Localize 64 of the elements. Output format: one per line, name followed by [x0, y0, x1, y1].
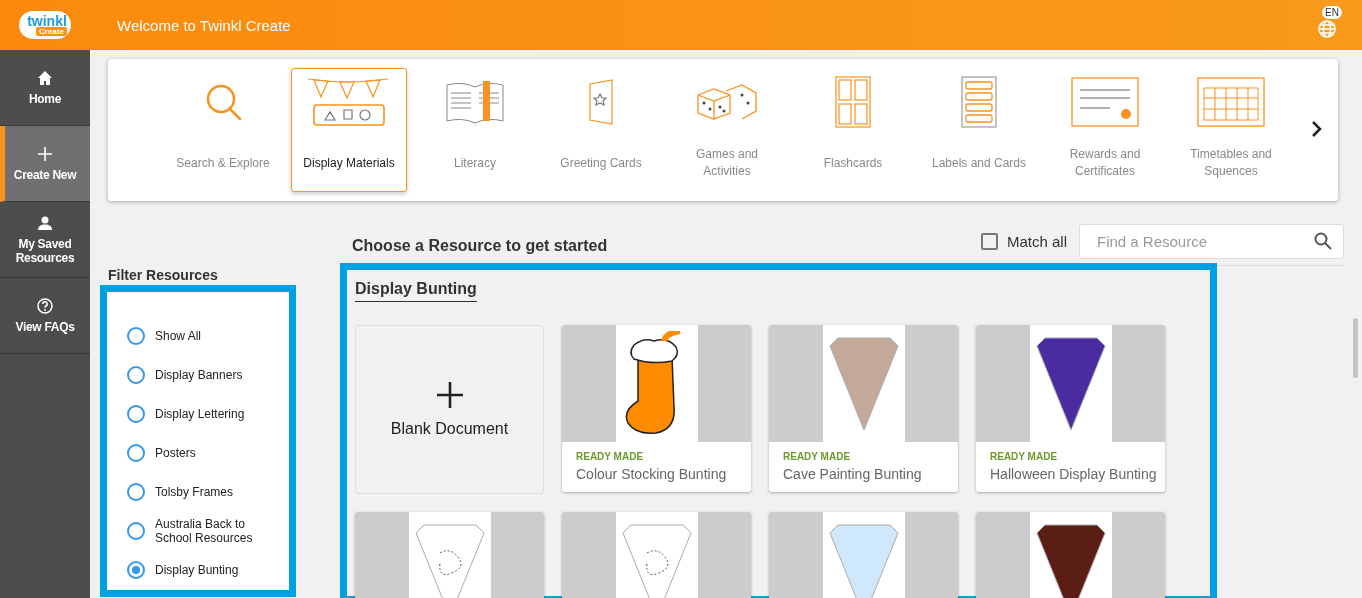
radio-button[interactable]: [127, 326, 145, 345]
card-title: Blank Document: [390, 419, 509, 438]
filter-option[interactable]: Display Lettering: [127, 394, 277, 433]
plus-icon: [436, 381, 463, 408]
search-icon[interactable]: [1314, 231, 1332, 250]
category-tile[interactable]: Greeting Cards: [543, 68, 659, 192]
filter-title: Filter Resources: [108, 267, 219, 283]
plus-icon: [37, 145, 53, 162]
filter-option[interactable]: Show All: [127, 316, 277, 355]
filter-option[interactable]: Display Bunting: [127, 550, 277, 589]
ready-made-label: READY MADE: [990, 451, 1059, 462]
category-tile[interactable]: Search & Explore: [165, 68, 281, 192]
logo-text: twinkl: [27, 13, 67, 29]
header-title: Welcome to Twinkl Create: [117, 16, 291, 34]
certificate-icon: [1070, 76, 1140, 128]
filter-option[interactable]: Australia Back to School Resources: [127, 511, 277, 550]
radio-button[interactable]: [127, 521, 145, 540]
chevron-right-icon: [1311, 119, 1323, 138]
category-tile[interactable]: Games and Activities: [669, 68, 785, 192]
radio-button[interactable]: [127, 443, 145, 462]
filter-option[interactable]: Tolsby Frames: [127, 472, 277, 511]
card-title: Cave Painting Bunting: [783, 466, 923, 482]
sidebar-item[interactable]: View FAQs: [0, 278, 90, 354]
resource-card[interactable]: READY MADE Halloween Display Bunting: [976, 325, 1165, 492]
ready-made-label: READY MADE: [783, 451, 852, 462]
category-tile[interactable]: Flashcards: [795, 68, 911, 192]
card-title: Halloween Display Bunting: [990, 466, 1158, 482]
logo-badge: Create: [35, 27, 67, 36]
timetable-icon: [1196, 76, 1266, 128]
radio-button[interactable]: [127, 404, 145, 423]
category-tile[interactable]: Labels and Cards: [921, 68, 1037, 192]
globe-icon: [1316, 18, 1338, 40]
sidebar-item[interactable]: Create New: [0, 126, 90, 202]
flashcards-icon: [834, 75, 872, 129]
radio-button[interactable]: [127, 482, 145, 501]
scrollbar[interactable]: [1353, 318, 1358, 378]
language-label: EN: [1322, 6, 1342, 19]
checkbox[interactable]: [980, 232, 998, 250]
help-icon: [37, 297, 53, 314]
resource-card[interactable]: READY MADE Colour Stocking Bunting: [562, 325, 751, 492]
radio-button[interactable]: [127, 560, 145, 579]
category-tile[interactable]: Rewards and Certificates: [1047, 68, 1163, 192]
person-icon: [37, 214, 53, 231]
category-tile[interactable]: Timetables and Squences: [1173, 68, 1289, 192]
card-icon: [586, 78, 616, 126]
category-tile[interactable]: Display Materials: [291, 68, 407, 192]
ready-made-label: READY MADE: [576, 451, 645, 462]
labels-icon: [960, 75, 998, 129]
card-title: Colour Stocking Bunting: [576, 466, 728, 482]
section-heading: Display Bunting: [355, 280, 477, 302]
language-button[interactable]: EN: [1316, 6, 1342, 44]
filter-option[interactable]: Posters: [127, 433, 277, 472]
filter-option[interactable]: Display Banners: [127, 355, 277, 394]
book-icon: [445, 79, 505, 125]
match-all-checkbox[interactable]: Match all: [980, 232, 1067, 250]
page-heading: Choose a Resource to get started: [352, 237, 608, 255]
radio-button[interactable]: [127, 365, 145, 384]
category-tile[interactable]: Literacy: [417, 68, 533, 192]
resource-card[interactable]: READY MADE Cave Painting Bunting: [769, 325, 958, 492]
dice-icon: [696, 81, 758, 123]
blank-document-card[interactable]: Blank Document: [355, 325, 544, 494]
home-icon: [37, 69, 53, 86]
search-field[interactable]: Find a Resource: [1079, 223, 1344, 259]
sidebar-item[interactable]: My Saved Resources: [0, 202, 90, 278]
